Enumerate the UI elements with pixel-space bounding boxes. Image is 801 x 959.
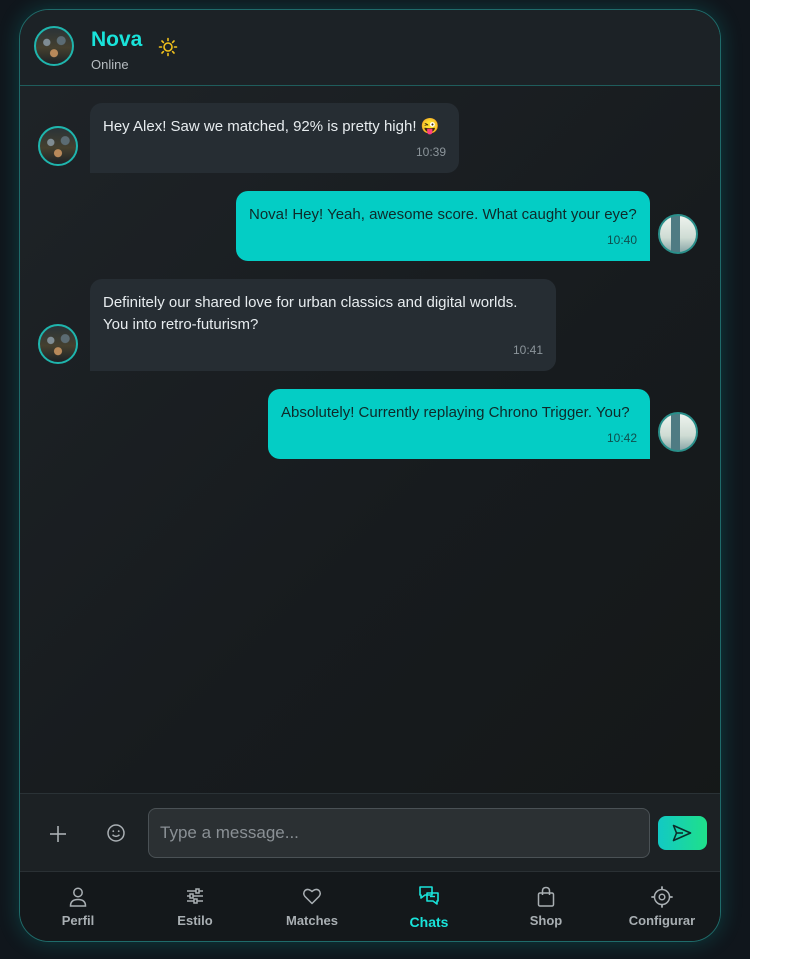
send-button[interactable] (658, 816, 707, 850)
heart-icon (303, 888, 321, 905)
message-text: Hey Alex! Saw we matched, 92% is pretty … (103, 118, 440, 135)
chat-icon (419, 886, 439, 905)
nav-item-label: Perfil (61, 913, 95, 928)
message-avatar (38, 126, 78, 166)
contact-avatar[interactable] (34, 26, 74, 66)
message-time: 10:42 (606, 431, 637, 445)
nav-item-perfil[interactable]: Perfil (20, 872, 136, 941)
nav-item-configurar[interactable]: Configurar (604, 872, 720, 941)
message-composer (20, 793, 720, 871)
message-avatar (658, 214, 698, 254)
nav-item-label: Shop (529, 913, 563, 928)
message-time: 10:39 (415, 145, 446, 159)
message-time: 10:41 (512, 343, 543, 357)
sun-icon[interactable] (158, 37, 178, 57)
message-bubble-incoming: Hey Alex! Saw we matched, 92% is pretty … (90, 103, 459, 173)
contact-status: Online (91, 57, 129, 72)
message-text: Nova! Hey! Yeah, awesome score. What cau… (249, 206, 637, 223)
nav-item-estilo[interactable]: Estilo (137, 872, 253, 941)
message-text: Absolutely! Currently replaying Chrono T… (281, 404, 630, 421)
nav-item-label: Configurar (628, 913, 696, 928)
message-avatar (38, 324, 78, 364)
message-bubble-outgoing: Absolutely! Currently replaying Chrono T… (268, 389, 650, 459)
send-icon (672, 824, 692, 842)
plus-icon[interactable] (48, 824, 68, 844)
sliders-icon (187, 888, 203, 904)
nav-item-chats[interactable]: Chats (371, 872, 487, 941)
nav-item-label: Chats (409, 914, 449, 930)
message-text: Definitely our shared love for urban cla… (103, 294, 518, 333)
settings-icon (651, 886, 673, 908)
chat-window: Nova Online Hey Alex! Saw we matched, 92… (19, 9, 721, 942)
message-avatar (658, 412, 698, 452)
person-icon (69, 887, 87, 907)
bottom-nav: Perfil Estilo Matches Chats Shop Configu… (20, 871, 720, 941)
nav-item-label: Matches (285, 913, 339, 928)
message-input[interactable] (148, 808, 650, 858)
message-bubble-incoming: Definitely our shared love for urban cla… (90, 279, 556, 371)
nav-item-matches[interactable]: Matches (254, 872, 370, 941)
nav-item-label: Estilo (177, 913, 213, 928)
emoji-icon[interactable] (106, 823, 126, 843)
message-bubble-outgoing: Nova! Hey! Yeah, awesome score. What cau… (236, 191, 650, 261)
chat-header: Nova Online (20, 10, 720, 86)
shopping-bag-icon (537, 886, 555, 907)
contact-name[interactable]: Nova (91, 28, 142, 52)
message-time: 10:40 (606, 233, 637, 247)
nav-item-shop[interactable]: Shop (488, 872, 604, 941)
